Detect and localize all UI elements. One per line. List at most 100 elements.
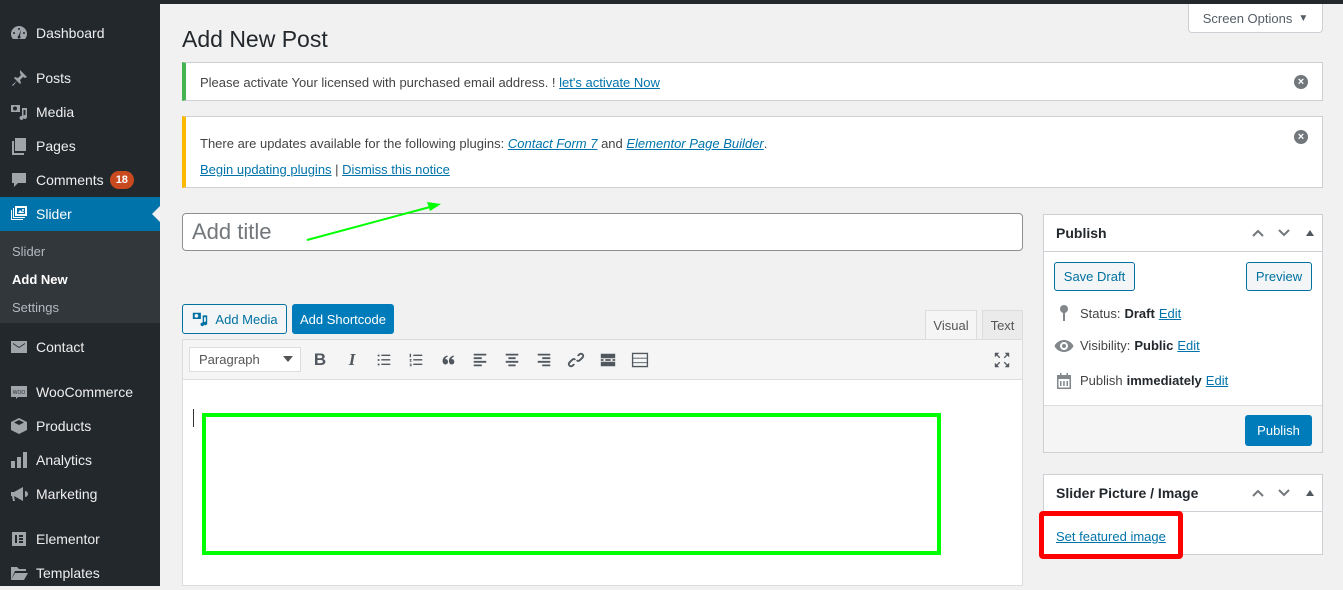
collapse-toggle-icon[interactable]: [1302, 230, 1314, 236]
comment-icon: [0, 170, 36, 190]
sidebar-item-label: Contact: [36, 339, 85, 355]
sidebar-item-label: Comments: [36, 172, 104, 188]
updates-notice-text: There are updates available for the foll…: [200, 136, 767, 151]
content-editor: Paragraph B I: [182, 339, 1023, 586]
insert-link-icon[interactable]: [565, 350, 587, 370]
move-down-icon[interactable]: [1276, 485, 1292, 501]
format-select-value: Paragraph: [199, 352, 260, 367]
submenu-item-slider[interactable]: Slider: [12, 244, 45, 259]
set-featured-image-link[interactable]: Set featured image: [1056, 529, 1166, 544]
edit-visibility-link[interactable]: Edit: [1177, 338, 1199, 353]
format-select[interactable]: Paragraph: [189, 347, 301, 372]
screen-options-button[interactable]: Screen Options ▼: [1188, 4, 1323, 33]
sidebar-item-templates[interactable]: Templates: [0, 556, 160, 590]
align-left-icon[interactable]: [469, 350, 491, 370]
period-text: .: [763, 136, 768, 151]
comments-count-badge: 18: [109, 171, 134, 189]
pin-icon: [1054, 304, 1074, 322]
bulleted-list-icon[interactable]: [373, 350, 395, 370]
sidebar-item-label: Elementor: [36, 531, 100, 547]
screen-options-label: Screen Options: [1202, 10, 1293, 26]
sidebar-item-label: WooCommerce: [36, 384, 133, 400]
edit-schedule-link[interactable]: Edit: [1206, 373, 1228, 388]
sidebar-item-media[interactable]: Media: [0, 95, 160, 129]
italic-icon[interactable]: I: [341, 350, 363, 370]
schedule-value: immediately: [1126, 373, 1202, 388]
dismiss-icon[interactable]: ×: [1294, 75, 1308, 89]
move-up-icon[interactable]: [1250, 225, 1266, 241]
move-up-icon[interactable]: [1250, 485, 1266, 501]
calendar-icon: [1054, 372, 1074, 389]
media-icon: [193, 312, 208, 327]
visibility-value: Public: [1134, 338, 1174, 353]
megaphone-icon: [0, 484, 36, 504]
visibility-label: Visibility:: [1080, 338, 1131, 353]
numbered-list-icon[interactable]: [405, 350, 427, 370]
text-cursor: [193, 409, 194, 427]
media-icon: [0, 102, 36, 122]
sidebar-item-analytics[interactable]: Analytics: [0, 443, 160, 477]
status-label: Status:: [1080, 305, 1121, 321]
page-title: Add New Post: [182, 26, 328, 52]
bold-icon[interactable]: B: [309, 350, 331, 370]
post-title-input[interactable]: [182, 213, 1023, 251]
preview-button[interactable]: Preview: [1246, 262, 1312, 291]
box-controls: [1250, 485, 1314, 501]
fullscreen-icon[interactable]: [991, 350, 1013, 370]
joiner-text: and: [597, 136, 627, 151]
publish-actions: Publish: [1044, 405, 1322, 452]
sidebar-item-label: Products: [36, 418, 92, 434]
align-center-icon[interactable]: [501, 350, 523, 370]
sidebar-item-label: Pages: [36, 138, 76, 154]
schedule-label: Publish: [1080, 373, 1123, 388]
contact-form-7-link[interactable]: Contact Form 7: [508, 136, 598, 151]
eye-icon: [1054, 339, 1074, 353]
submenu-item-add-new[interactable]: Add New: [12, 272, 68, 287]
toolbar-toggle-icon[interactable]: [629, 350, 651, 370]
visibility-row: Visibility: Public Edit: [1054, 338, 1200, 353]
move-down-icon[interactable]: [1276, 225, 1292, 241]
plugin-updates-notice: There are updates available for the foll…: [182, 116, 1323, 188]
add-shortcode-button[interactable]: Add Shortcode: [292, 304, 394, 334]
publish-box: Publish Save Draft Preview Status: Draft E…: [1043, 214, 1323, 453]
sidebar-item-slider[interactable]: Slider: [0, 197, 160, 231]
activate-now-link[interactable]: let's activate Now: [559, 75, 660, 90]
tab-visual[interactable]: Visual: [925, 310, 977, 339]
caret-down-icon: ▼: [1298, 12, 1309, 24]
elementor-page-builder-link[interactable]: Elementor Page Builder: [626, 136, 763, 151]
status-value: Draft: [1124, 305, 1155, 321]
align-right-icon[interactable]: [533, 350, 555, 370]
blockquote-icon[interactable]: [437, 350, 459, 370]
bar-chart-icon: [0, 450, 36, 470]
sidebar-item-products[interactable]: Products: [0, 409, 160, 443]
pin-icon: [0, 68, 36, 88]
sidebar-item-elementor[interactable]: Elementor: [0, 522, 160, 556]
dashboard-icon: [0, 23, 36, 43]
slider-submenu: Slider Add New Settings: [0, 231, 160, 323]
add-media-button[interactable]: Add Media: [182, 304, 287, 334]
sidebar-item-pages[interactable]: Pages: [0, 129, 160, 163]
edit-status-link[interactable]: Edit: [1159, 306, 1181, 321]
sidebar-item-dashboard[interactable]: Dashboard: [0, 16, 160, 50]
sidebar-item-marketing[interactable]: Marketing: [0, 477, 160, 511]
collapse-toggle-icon[interactable]: [1302, 490, 1314, 496]
sidebar-item-posts[interactable]: Posts: [0, 61, 160, 95]
tab-text[interactable]: Text: [982, 310, 1023, 339]
updates-message: There are updates available for the foll…: [200, 136, 508, 151]
save-draft-button[interactable]: Save Draft: [1054, 262, 1135, 291]
submenu-item-settings[interactable]: Settings: [12, 300, 59, 315]
sidebar-item-label: Slider: [36, 206, 72, 222]
license-message: Please activate Your licensed with purch…: [200, 75, 560, 90]
sidebar-item-woocommerce[interactable]: WOO WooCommerce: [0, 375, 160, 409]
begin-updating-link[interactable]: Begin updating plugins: [200, 162, 332, 177]
folder-icon: [0, 563, 36, 583]
sidebar-item-comments[interactable]: Comments 18: [0, 163, 160, 197]
dismiss-icon[interactable]: ×: [1294, 130, 1308, 144]
box-controls: [1250, 225, 1314, 241]
publish-button[interactable]: Publish: [1245, 415, 1312, 446]
sidebar-item-contact[interactable]: Contact: [0, 330, 160, 364]
dismiss-notice-link[interactable]: Dismiss this notice: [342, 162, 450, 177]
license-notice-text: Please activate Your licensed with purch…: [200, 75, 660, 90]
read-more-icon[interactable]: [597, 350, 619, 370]
slider-icon: [0, 204, 36, 224]
